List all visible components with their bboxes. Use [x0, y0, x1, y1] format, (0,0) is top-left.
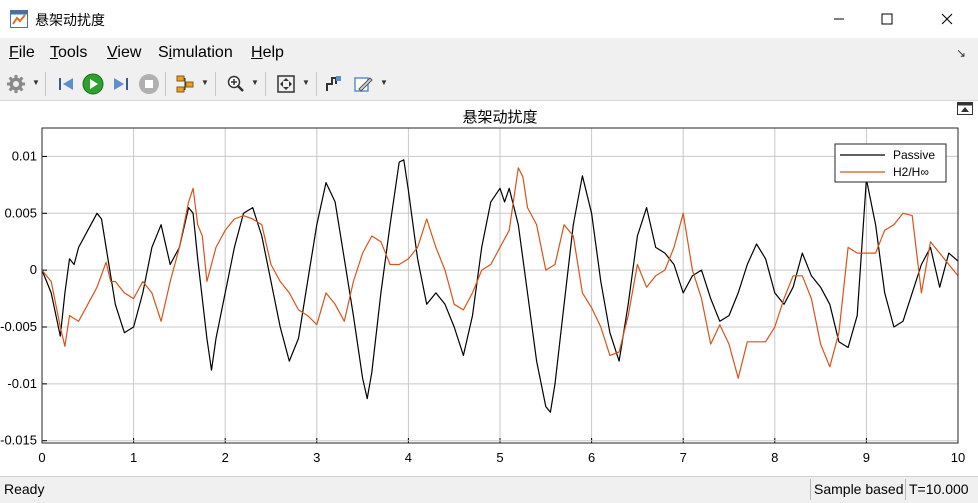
cursor-measure-button[interactable]	[322, 72, 346, 96]
zoom-dropdown-icon[interactable]: ▼	[251, 78, 259, 88]
minimize-icon	[834, 18, 844, 20]
step-forward-button[interactable]	[109, 72, 133, 96]
fit-view-dropdown-icon[interactable]: ▼	[302, 78, 310, 88]
toolbar-divider	[215, 72, 216, 96]
line-chart[interactable]: 悬架动扰度 0 1 2 3 4 5 6 7 8 9 10 0.01 0.005 0 -0.005 -0.01 -0…	[0, 101, 978, 476]
y-tick-label: -0.005	[0, 319, 37, 334]
menu-simulation[interactable]: Simulation	[158, 44, 233, 62]
style-dropdown-icon[interactable]: ▼	[380, 78, 388, 88]
y-tick-label: 0	[30, 262, 37, 277]
undock-button[interactable]	[957, 102, 973, 115]
menu-view[interactable]: View	[107, 44, 141, 62]
close-icon	[941, 13, 953, 25]
x-tick-label: 4	[405, 450, 412, 465]
title-bar[interactable]: 悬架动扰度	[0, 0, 978, 38]
minimize-button[interactable]	[816, 0, 862, 38]
scope-window: 悬架动扰度 File Tools View Simulation Help ↘	[0, 0, 978, 503]
step-back-icon	[59, 78, 73, 90]
zoom-in-icon	[227, 75, 244, 92]
legend-label: H2/H∞	[893, 165, 929, 179]
stop-button[interactable]	[137, 72, 161, 96]
chart-title: 悬架动扰度	[462, 109, 537, 126]
toolbar-divider	[45, 72, 46, 96]
undock-icon	[957, 102, 973, 115]
status-bar: Ready Sample based T=10.000	[0, 476, 978, 503]
toolbar-divider	[316, 72, 317, 96]
run-button[interactable]	[81, 72, 105, 96]
highlight-signal-icon	[176, 75, 194, 93]
toolbar-divider	[265, 72, 266, 96]
play-icon	[82, 73, 104, 95]
x-tick-label: 8	[771, 450, 778, 465]
x-tick-label: 3	[313, 450, 320, 465]
x-tick-label: 7	[680, 450, 687, 465]
window-title: 悬架动扰度	[35, 13, 105, 29]
step-forward-icon	[114, 78, 128, 90]
settings-button[interactable]	[4, 72, 28, 96]
y-tick-label: 0.005	[4, 205, 37, 220]
highlight-dropdown-icon[interactable]: ▼	[201, 78, 209, 88]
x-tick-label: 6	[588, 450, 595, 465]
step-back-button[interactable]	[54, 72, 78, 96]
settings-dropdown-icon[interactable]: ▼	[32, 78, 40, 88]
toolbar: ▼ ▼ ▼ ▼ ▼	[0, 68, 978, 101]
dock-arrow-icon[interactable]: ↘	[956, 46, 966, 60]
matlab-logo-icon	[10, 10, 28, 28]
status-sample-mode: Sample based	[810, 479, 910, 500]
y-tick-label: -0.01	[7, 376, 37, 391]
stop-icon	[139, 74, 159, 94]
y-tick-label: 0.01	[12, 148, 37, 163]
fit-to-view-icon	[277, 75, 295, 93]
plot-panel: 悬架动扰度 0 1 2 3 4 5 6 7 8 9 10 0.01 0.005 0 -0.005 -0.01 -0…	[0, 101, 978, 476]
x-tick-label: 9	[863, 450, 870, 465]
zoom-button[interactable]	[224, 72, 248, 96]
menu-tools[interactable]: Tools	[50, 44, 87, 62]
cursor-measure-icon	[326, 76, 341, 91]
fit-view-button[interactable]	[274, 72, 298, 96]
maximize-icon	[881, 13, 893, 25]
menu-file[interactable]: File	[9, 44, 35, 62]
x-tick-label: 1	[130, 450, 137, 465]
legend-label: Passive	[893, 148, 935, 162]
menu-help[interactable]: Help	[251, 44, 284, 62]
menu-bar: File Tools View Simulation Help ↘	[0, 38, 978, 68]
gear-icon	[7, 75, 25, 93]
x-tick-label: 5	[496, 450, 503, 465]
x-tick-label: 0	[38, 450, 45, 465]
style-icon	[354, 77, 373, 92]
toolbar-divider	[165, 72, 166, 96]
menu-file-rest: ile	[18, 44, 35, 61]
x-tick-label: 10	[951, 450, 965, 465]
status-ready: Ready	[4, 481, 45, 497]
maximize-button[interactable]	[864, 0, 910, 38]
style-button[interactable]	[351, 72, 375, 96]
x-tick-label: 2	[222, 450, 229, 465]
y-tick-label: -0.015	[0, 433, 37, 448]
highlight-button[interactable]	[173, 72, 197, 96]
status-sim-time: T=10.000	[905, 479, 978, 500]
close-button[interactable]	[924, 0, 970, 38]
